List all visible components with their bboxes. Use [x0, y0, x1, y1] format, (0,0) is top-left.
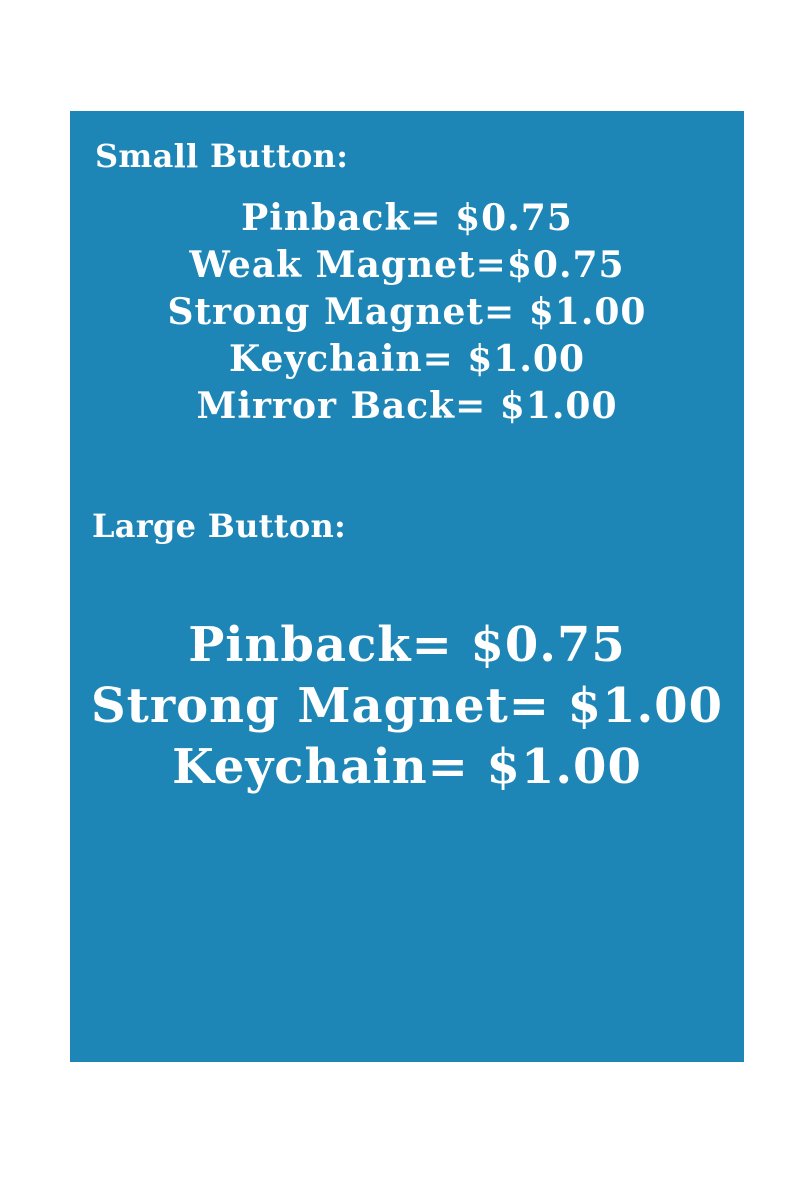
small-button-heading: Small Button: — [95, 137, 349, 175]
small-keychain-price: Keychain= $1.00 — [228, 338, 585, 380]
small-pinback-price: Pinback= $0.75 — [241, 197, 573, 239]
large-keychain-price: Keychain= $1.00 — [172, 739, 642, 795]
small-button-price-list: Pinback= $0.75 Weak Magnet=$0.75 Strong … — [70, 195, 744, 430]
small-weak-magnet-price: Weak Magnet=$0.75 — [189, 244, 625, 286]
large-button-heading: Large Button: — [92, 507, 347, 545]
large-strong-magnet-price: Strong Magnet= $1.00 — [91, 678, 723, 734]
small-mirror-back-price: Mirror Back= $1.00 — [196, 385, 618, 427]
price-list-panel: Small Button: Pinback= $0.75 Weak Magnet… — [70, 111, 744, 1062]
large-pinback-price: Pinback= $0.75 — [188, 617, 626, 673]
large-button-price-list: Pinback= $0.75 Strong Magnet= $1.00 Keyc… — [70, 615, 744, 798]
page: Small Button: Pinback= $0.75 Weak Magnet… — [0, 0, 800, 1200]
small-strong-magnet-price: Strong Magnet= $1.00 — [167, 291, 647, 333]
